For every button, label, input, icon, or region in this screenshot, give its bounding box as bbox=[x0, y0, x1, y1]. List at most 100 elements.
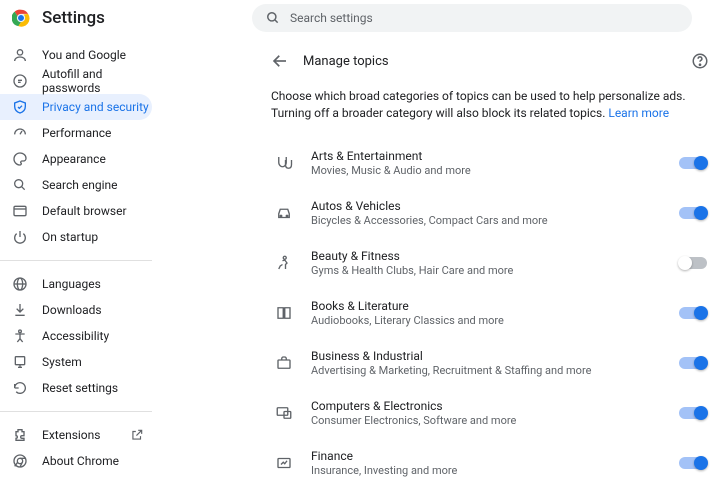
sidebar-item-label: Autofill and passwords bbox=[42, 67, 152, 95]
book-icon bbox=[275, 304, 293, 322]
finance-icon bbox=[275, 454, 293, 472]
sidebar-item-label: Downloads bbox=[42, 303, 102, 317]
topic-toggle-books-literature[interactable] bbox=[679, 307, 707, 319]
topic-title: Arts & Entertainment bbox=[311, 149, 661, 163]
toggle-knob bbox=[694, 356, 708, 370]
topic-toggle-autos-vehicles[interactable] bbox=[679, 207, 707, 219]
topic-body: Arts & EntertainmentMovies, Music & Audi… bbox=[311, 149, 661, 177]
topic-toggle-computers-electronics[interactable] bbox=[679, 407, 707, 419]
person-icon bbox=[12, 47, 28, 63]
page-title: Manage topics bbox=[303, 54, 677, 69]
topic-title: Computers & Electronics bbox=[311, 399, 661, 413]
topic-body: Autos & VehiclesBicycles & Accessories, … bbox=[311, 199, 661, 227]
browser-icon bbox=[12, 203, 28, 219]
topic-body: Computers & ElectronicsConsumer Electron… bbox=[311, 399, 661, 427]
sidebar-item-accessibility[interactable]: Accessibility bbox=[0, 323, 152, 349]
reset-icon bbox=[12, 380, 28, 396]
autofill-icon bbox=[12, 73, 28, 89]
sidebar-item-label: You and Google bbox=[42, 48, 126, 62]
topic-row-food-drink: Food & DrinkCooking & Recipes, Restauran… bbox=[269, 489, 709, 500]
fitness-icon bbox=[275, 254, 293, 272]
sidebar-item-label: Accessibility bbox=[42, 329, 109, 343]
topic-title: Books & Literature bbox=[311, 299, 661, 313]
topic-subtitle: Insurance, Investing and more bbox=[311, 464, 661, 477]
sidebar-item-privacy-and-security[interactable]: Privacy and security bbox=[0, 94, 152, 120]
sidebar-item-appearance[interactable]: Appearance bbox=[0, 146, 152, 172]
sidebar-item-on-startup[interactable]: On startup bbox=[0, 224, 152, 250]
chrome-icon bbox=[12, 453, 28, 469]
header: Settings bbox=[0, 0, 726, 36]
topic-toggle-finance[interactable] bbox=[679, 457, 707, 469]
topic-row-beauty-fitness: Beauty & FitnessGyms & Health Clubs, Hai… bbox=[269, 239, 709, 287]
sidebar-item-performance[interactable]: Performance bbox=[0, 120, 152, 146]
globe-icon bbox=[12, 276, 28, 292]
sidebar: You and Google Autofill and passwords Priv… bbox=[0, 36, 252, 500]
sidebar-item-downloads[interactable]: Downloads bbox=[0, 297, 152, 323]
external-link-icon bbox=[130, 428, 144, 442]
topic-title: Beauty & Fitness bbox=[311, 249, 661, 263]
topic-subtitle: Audiobooks, Literary Classics and more bbox=[311, 314, 661, 327]
help-button[interactable] bbox=[691, 52, 709, 70]
sidebar-item-label: Reset settings bbox=[42, 381, 118, 395]
toggle-knob bbox=[694, 206, 708, 220]
sidebar-item-label: Languages bbox=[42, 277, 101, 291]
palette-icon bbox=[12, 151, 28, 167]
nav-separator bbox=[0, 411, 152, 412]
theater-icon bbox=[275, 154, 293, 172]
sidebar-item-you-and-google[interactable]: You and Google bbox=[0, 42, 152, 68]
topic-row-books-literature: Books & LiteratureAudiobooks, Literary C… bbox=[269, 289, 709, 337]
sidebar-item-extensions[interactable]: Extensions bbox=[0, 422, 152, 448]
car-icon bbox=[275, 204, 293, 222]
system-icon bbox=[12, 354, 28, 370]
sidebar-item-label: Privacy and security bbox=[42, 100, 149, 114]
topic-title: Business & Industrial bbox=[311, 349, 661, 363]
extension-icon bbox=[12, 427, 28, 443]
topic-toggle-beauty-fitness[interactable] bbox=[679, 257, 707, 269]
search-box[interactable] bbox=[252, 4, 692, 32]
sidebar-item-search-engine[interactable]: Search engine bbox=[0, 172, 152, 198]
sidebar-item-languages[interactable]: Languages bbox=[0, 271, 152, 297]
sidebar-item-default-browser[interactable]: Default browser bbox=[0, 198, 152, 224]
main-content: Manage topics Choose which broad categor… bbox=[252, 36, 726, 500]
chrome-logo-icon bbox=[12, 9, 30, 27]
nav-separator bbox=[0, 260, 152, 261]
topic-body: FinanceInsurance, Investing and more bbox=[311, 449, 661, 477]
power-icon bbox=[12, 229, 28, 245]
accessibility-icon bbox=[12, 328, 28, 344]
sidebar-item-label: Appearance bbox=[42, 152, 106, 166]
topic-body: Business & IndustrialAdvertising & Marke… bbox=[311, 349, 661, 377]
toggle-knob bbox=[694, 306, 708, 320]
topic-toggle-arts-entertainment[interactable] bbox=[679, 157, 707, 169]
speed-icon bbox=[12, 125, 28, 141]
topic-subtitle: Advertising & Marketing, Recruitment & S… bbox=[311, 364, 661, 377]
sidebar-item-system[interactable]: System bbox=[0, 349, 152, 375]
topic-list: Arts & EntertainmentMovies, Music & Audi… bbox=[269, 139, 709, 500]
computer-icon bbox=[275, 404, 293, 422]
toggle-knob bbox=[694, 456, 708, 470]
sidebar-item-label: On startup bbox=[42, 230, 98, 244]
topic-title: Finance bbox=[311, 449, 661, 463]
topic-row-business-industrial: Business & IndustrialAdvertising & Marke… bbox=[269, 339, 709, 387]
toggle-knob bbox=[694, 156, 708, 170]
search-icon bbox=[12, 177, 28, 193]
sidebar-item-label: Extensions bbox=[42, 428, 100, 442]
topic-row-finance: FinanceInsurance, Investing and more bbox=[269, 439, 709, 487]
topic-body: Books & LiteratureAudiobooks, Literary C… bbox=[311, 299, 661, 327]
sidebar-item-reset-settings[interactable]: Reset settings bbox=[0, 375, 152, 401]
back-button[interactable] bbox=[271, 52, 289, 70]
topic-toggle-business-industrial[interactable] bbox=[679, 357, 707, 369]
page-description: Choose which broad categories of topics … bbox=[269, 88, 709, 123]
learn-more-link[interactable]: Learn more bbox=[608, 106, 669, 120]
topic-subtitle: Movies, Music & Audio and more bbox=[311, 164, 661, 177]
sidebar-item-autofill-and-passwords[interactable]: Autofill and passwords bbox=[0, 68, 152, 94]
toggle-knob bbox=[694, 406, 708, 420]
search-input[interactable] bbox=[290, 11, 678, 25]
download-icon bbox=[12, 302, 28, 318]
app-title: Settings bbox=[42, 8, 105, 28]
sidebar-item-label: Performance bbox=[42, 126, 111, 140]
topic-subtitle: Bicycles & Accessories, Compact Cars and… bbox=[311, 214, 661, 227]
topic-title: Autos & Vehicles bbox=[311, 199, 661, 213]
sidebar-item-label: Search engine bbox=[42, 178, 117, 192]
sidebar-item-about-chrome[interactable]: About Chrome bbox=[0, 448, 152, 474]
topic-row-computers-electronics: Computers & ElectronicsConsumer Electron… bbox=[269, 389, 709, 437]
